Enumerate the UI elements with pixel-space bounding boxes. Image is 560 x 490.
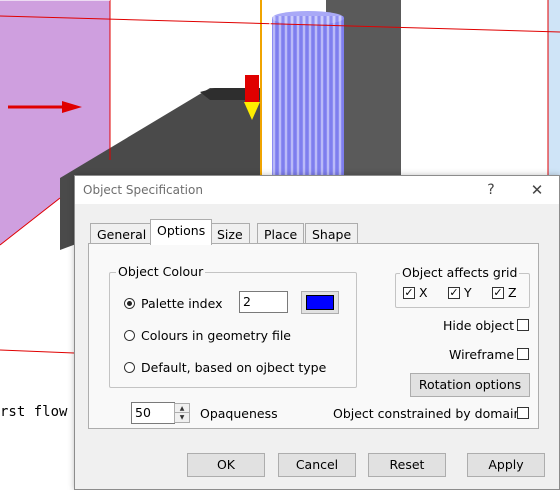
options-panel: Object Colour Palette index 2 Colours in… [88, 243, 539, 429]
radio-label: Colours in geometry file [141, 328, 291, 343]
scene-blue-cylinder [272, 11, 344, 175]
checkbox-y[interactable]: ✓ [448, 287, 460, 299]
opaqueness-label: Opaqueness [200, 406, 278, 421]
hide-object-label: Hide object [443, 318, 514, 333]
scene-blue-wall [548, 0, 560, 175]
colour-swatch [306, 295, 334, 310]
affects-grid-group: Object affects grid ✓ X ✓ Y ✓ Z [395, 265, 530, 308]
opaqueness-field[interactable]: 50 [131, 402, 175, 424]
radio-palette-index[interactable]: Palette index [124, 296, 234, 312]
colour-swatch-button[interactable] [301, 291, 339, 314]
dialog-title: Object Specification [83, 183, 203, 197]
palette-index-field[interactable]: 2 [239, 291, 288, 313]
close-icon[interactable]: ✕ [527, 180, 547, 200]
checkbox-z-label: Z [508, 285, 517, 300]
dialog-titlebar[interactable]: Object Specification ? ✕ [75, 176, 559, 204]
radio-button[interactable] [124, 362, 135, 373]
hide-object-checkbox[interactable] [517, 319, 529, 331]
checkbox-y-label: Y [464, 285, 472, 300]
apply-button[interactable]: Apply [467, 453, 545, 477]
checkbox-x[interactable]: ✓ [403, 287, 415, 299]
radio-label: Palette index [141, 296, 223, 311]
tab-shape[interactable]: Shape [305, 223, 359, 243]
cancel-button[interactable]: Cancel [278, 453, 356, 477]
tab-place[interactable]: Place [257, 223, 305, 243]
opaqueness-spinner[interactable]: ▲ ▼ [174, 403, 190, 423]
radio-default-object-type[interactable]: Default, based on ojbect type [124, 360, 349, 376]
constrained-label: Object constrained by domain [333, 406, 522, 421]
wireframe-checkbox[interactable] [517, 348, 529, 360]
checkbox-x-label: X [419, 285, 428, 300]
checkbox-z[interactable]: ✓ [492, 287, 504, 299]
tab-size[interactable]: Size [210, 223, 250, 243]
radio-label: Default, based on ojbect type [141, 360, 327, 375]
ok-button[interactable]: OK [187, 453, 265, 477]
spin-up-icon[interactable]: ▲ [175, 404, 189, 413]
constrained-checkbox[interactable] [517, 407, 529, 419]
radio-colours-in-geometry[interactable]: Colours in geometry file [124, 328, 344, 344]
scene-red-marker [245, 75, 259, 102]
tab-options[interactable]: Options [150, 219, 213, 245]
radio-button[interactable] [124, 330, 135, 341]
object-colour-group: Object Colour Palette index 2 Colours in… [109, 264, 357, 388]
wireframe-label: Wireframe [449, 347, 515, 362]
object-colour-title: Object Colour [116, 264, 206, 279]
console-text: rst flow [0, 404, 68, 420]
object-specification-dialog: Object Specification ? ✕ General Options… [74, 175, 560, 490]
help-icon[interactable]: ? [481, 180, 501, 200]
rotation-options-button[interactable]: Rotation options [410, 373, 530, 397]
radio-button[interactable] [124, 298, 135, 309]
reset-button[interactable]: Reset [368, 453, 446, 477]
tab-general[interactable]: General [90, 223, 154, 243]
affects-grid-title: Object affects grid [400, 265, 520, 280]
spin-down-icon[interactable]: ▼ [175, 413, 189, 422]
